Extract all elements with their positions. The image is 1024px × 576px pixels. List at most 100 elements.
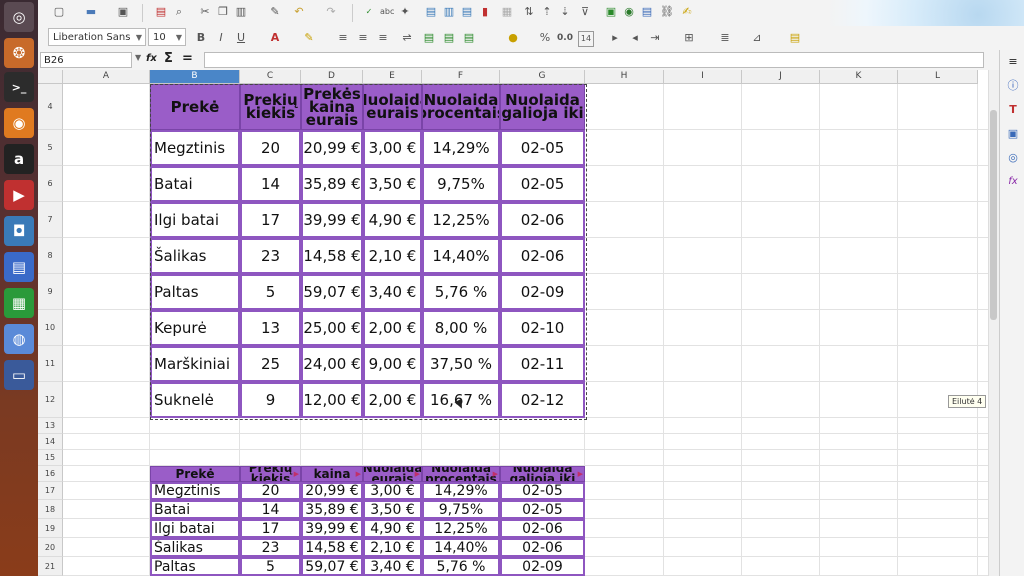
sum-icon[interactable]: Σ — [164, 51, 173, 66]
gallery-icon[interactable]: ▣ — [1005, 126, 1021, 142]
row-header-11[interactable]: 11 — [38, 346, 63, 382]
autofilter-arrow-icon[interactable]: ▶ — [415, 469, 420, 480]
underline-icon[interactable]: U — [234, 31, 248, 45]
row-header-9[interactable]: 9 — [38, 274, 63, 310]
table-cell[interactable]: 4,90 € — [363, 519, 422, 538]
table-cell[interactable]: 14,58 € — [301, 238, 363, 274]
header-cell[interactable]: Nuolaida procentais — [422, 84, 500, 130]
table-cell[interactable]: 59,07 € — [301, 557, 363, 576]
table-cell[interactable]: 02-12 — [500, 382, 585, 418]
header-cell[interactable]: Nuolaida galioja iki ▶ — [500, 466, 585, 482]
table-cell[interactable]: 14 — [240, 166, 301, 202]
autofilter-arrow-icon[interactable]: ▶ — [493, 469, 498, 480]
row-delete-icon[interactable]: ▤ — [460, 5, 474, 19]
clone-format-icon[interactable]: ✎ — [268, 5, 282, 19]
table-cell[interactable]: 02-06 — [500, 519, 585, 538]
pivot-icon[interactable]: ▦ — [500, 5, 514, 19]
align-center-icon[interactable]: ≡ — [356, 31, 370, 45]
table-cell[interactable]: 39,99 € — [301, 519, 363, 538]
border-style-icon[interactable]: ≣ — [718, 31, 732, 45]
spellcheck-icon[interactable]: ✓ — [362, 5, 376, 19]
styles-icon[interactable]: T — [1005, 102, 1021, 118]
globe-icon[interactable]: ◉ — [622, 5, 636, 19]
table-cell[interactable]: 14 — [240, 500, 301, 519]
table-cell[interactable]: 02-05 — [500, 482, 585, 500]
copy-icon[interactable]: ❐ — [216, 5, 230, 19]
functions-icon[interactable]: fx — [1005, 174, 1021, 190]
spreadsheet-grid[interactable]: ABCDEFGHIJKL 4 5 6 7 8 9 10 11 12 13 14 15 16 17 18 19 2… — [38, 70, 988, 576]
table-cell[interactable]: Ilgi batai — [150, 202, 240, 238]
table-cell[interactable]: 3,40 € — [363, 557, 422, 576]
table-cell[interactable]: Megztinis — [150, 130, 240, 166]
redo-icon[interactable]: ↷ — [324, 5, 338, 19]
chromium-icon[interactable]: ◍ — [4, 324, 34, 354]
table-cell[interactable]: 3,40 € — [363, 274, 422, 310]
table-cell[interactable]: 2,00 € — [363, 382, 422, 418]
row-header-8[interactable]: 8 — [38, 238, 63, 274]
row-header-20[interactable]: 20 — [38, 538, 63, 557]
header-cell[interactable]: Prekių kiekis — [240, 84, 301, 130]
wrap-icon[interactable]: ⇌ — [400, 31, 414, 45]
table-cell[interactable]: Suknelė — [150, 382, 240, 418]
calc-icon[interactable]: ▦ — [4, 288, 34, 318]
table-cell[interactable]: 14,58 € — [301, 538, 363, 557]
row-header-5[interactable]: 5 — [38, 130, 63, 166]
table-cell[interactable]: 37,50 % — [422, 346, 500, 382]
indent-icon[interactable]: ⇥ — [648, 31, 662, 45]
properties-icon[interactable]: ⓘ — [1005, 78, 1021, 94]
autofilter-arrow-icon[interactable]: ▶ — [356, 469, 361, 480]
table-cell[interactable]: 20 — [240, 130, 301, 166]
autofilter-arrow-icon[interactable]: ▶ — [578, 469, 583, 480]
column-header-i[interactable]: I — [664, 70, 742, 84]
row-header-15[interactable]: 15 — [38, 450, 63, 466]
row-header-16[interactable]: 16 — [38, 466, 63, 482]
sort-icon[interactable]: ⇅ — [522, 5, 536, 19]
table-cell[interactable]: 02-11 — [500, 346, 585, 382]
header-cell[interactable]: Prekių kiekis ▶ — [240, 466, 301, 482]
merge-icon[interactable]: ▤ — [422, 31, 436, 45]
table-cell[interactable]: 2,10 € — [363, 238, 422, 274]
row-header-19[interactable]: 19 — [38, 519, 63, 538]
row-header-6[interactable]: 6 — [38, 166, 63, 202]
table-cell[interactable]: 3,50 € — [363, 166, 422, 202]
currency-icon[interactable]: ● — [506, 31, 520, 45]
column-header-h[interactable]: H — [585, 70, 664, 84]
table-cell[interactable]: 39,99 € — [301, 202, 363, 238]
row-header-4[interactable]: 4 — [38, 84, 63, 130]
table-cell[interactable]: 02-06 — [500, 202, 585, 238]
header-cell[interactable]: Prekė — [150, 84, 240, 130]
name-box-dropdown-icon[interactable]: ▼ — [135, 53, 141, 62]
table-cell[interactable]: 12,00 € — [301, 382, 363, 418]
font-name-box[interactable]: Liberation Sans ▼ — [48, 28, 146, 46]
camera-icon[interactable]: ◘ — [4, 216, 34, 246]
table-cell[interactable]: 02-05 — [500, 166, 585, 202]
row-header-17[interactable]: 17 — [38, 482, 63, 500]
table-cell[interactable]: 20,99 € — [301, 130, 363, 166]
conditional-format-icon[interactable]: ▤ — [788, 31, 802, 45]
table-cell[interactable]: 25,00 € — [301, 310, 363, 346]
formula-input[interactable] — [204, 52, 984, 68]
desktop-icon[interactable]: ▭ — [4, 360, 34, 390]
column-header-c[interactable]: C — [240, 70, 301, 84]
table-cell[interactable]: Kepurė — [150, 310, 240, 346]
date-format-icon[interactable]: 14 — [578, 31, 594, 47]
terminal-icon[interactable]: >_ — [4, 72, 34, 102]
undo-icon[interactable]: ↶ — [292, 5, 306, 19]
table-cell[interactable]: Šalikas — [150, 538, 240, 557]
table-cell[interactable]: 17 — [240, 202, 301, 238]
header-cell[interactable]: Prekė — [150, 466, 240, 482]
borders-icon[interactable]: ⊞ — [682, 31, 696, 45]
draw-icon[interactable]: ▤ — [640, 5, 654, 19]
number-format-icon[interactable]: 0.0 — [556, 31, 574, 45]
table-cell[interactable]: 02-09 — [500, 274, 585, 310]
table-cell[interactable]: 4,90 € — [363, 202, 422, 238]
italic-icon[interactable]: I — [214, 31, 228, 45]
autofilter-arrow-icon[interactable]: ▶ — [294, 469, 299, 480]
header-cell[interactable]: Nuolaida eurais ▶ — [363, 466, 422, 482]
remove-decimal-icon[interactable]: ◂ — [628, 31, 642, 45]
table-cell[interactable]: 24,00 € — [301, 346, 363, 382]
col-insert-icon[interactable]: ▥ — [442, 5, 456, 19]
table-cell[interactable]: 35,89 € — [301, 500, 363, 519]
table-cell[interactable]: 23 — [240, 238, 301, 274]
chart-icon[interactable]: ▮ — [478, 5, 492, 19]
